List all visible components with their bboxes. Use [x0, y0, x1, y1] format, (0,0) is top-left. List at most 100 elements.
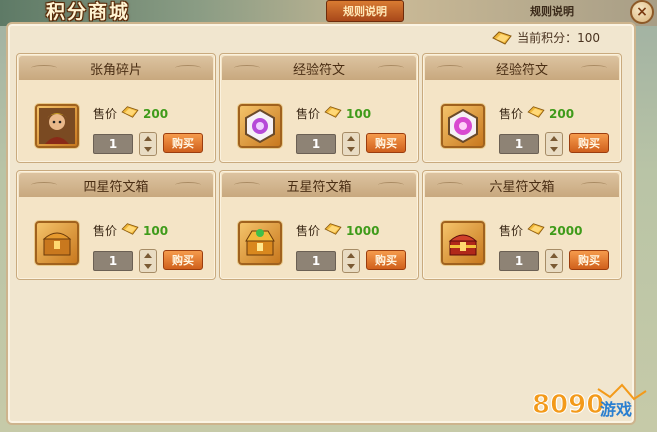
- price-label: 售价: [296, 224, 321, 238]
- price-label: 售价: [499, 107, 524, 121]
- stepper-up-arrow-icon[interactable]: [347, 136, 355, 141]
- stepper-down-arrow-icon[interactable]: [550, 264, 558, 269]
- price-value: 100: [143, 223, 169, 238]
- price-row: 售价 1000: [296, 221, 379, 240]
- item-name: 经验符文: [292, 62, 345, 78]
- item-name: 五星符文箱: [286, 179, 352, 195]
- quantity-input[interactable]: 1: [499, 251, 539, 271]
- item-card: 张角碎片售价 200 1 购买: [16, 53, 216, 163]
- hero-portrait-icon[interactable]: [35, 104, 79, 148]
- rune-purple-icon[interactable]: [238, 104, 282, 148]
- window-title-plate: 积分商城: [28, 0, 148, 24]
- quantity-stepper[interactable]: [139, 132, 157, 156]
- buy-button[interactable]: 购买: [569, 250, 609, 270]
- quantity-stepper[interactable]: [545, 249, 563, 273]
- quantity-stepper[interactable]: [342, 132, 360, 156]
- buy-button[interactable]: 购买: [366, 250, 406, 270]
- stepper-down-arrow-icon[interactable]: [550, 147, 558, 152]
- header-ornament: [581, 182, 607, 188]
- item-card-header: 五星符文箱: [222, 173, 416, 197]
- price-label: 售价: [499, 224, 524, 238]
- item-name: 四星符文箱: [83, 179, 149, 195]
- stepper-down-arrow-icon[interactable]: [144, 147, 152, 152]
- buy-button[interactable]: 购买: [163, 133, 203, 153]
- header-ornament: [31, 65, 57, 71]
- ticket-coin-icon: [323, 104, 343, 123]
- svg-text:8090: 8090: [532, 390, 604, 420]
- ticket-coin-icon: [492, 30, 512, 45]
- header-ornament: [378, 65, 404, 71]
- header-ornament: [437, 182, 463, 188]
- header-ornament: [234, 182, 260, 188]
- close-button[interactable]: ×: [630, 0, 654, 24]
- buy-button[interactable]: 购买: [366, 133, 406, 153]
- rules-button[interactable]: 规则说明: [326, 0, 404, 22]
- stepper-up-arrow-icon[interactable]: [550, 136, 558, 141]
- svg-text:游戏: 游戏: [600, 400, 632, 419]
- stepper-down-arrow-icon[interactable]: [144, 264, 152, 269]
- item-card: 四星符文箱售价 100 1 购买: [16, 170, 216, 280]
- quantity-stepper[interactable]: [545, 132, 563, 156]
- header-ornament: [378, 182, 404, 188]
- price-value: 200: [143, 106, 169, 121]
- stepper-up-arrow-icon[interactable]: [347, 253, 355, 258]
- header-ornament: [234, 65, 260, 71]
- ticket-coin-icon: [323, 221, 343, 240]
- window-title: 积分商城: [46, 0, 131, 23]
- chest-bronze-icon[interactable]: [35, 221, 79, 265]
- stepper-up-arrow-icon[interactable]: [144, 253, 152, 258]
- header-ornament: [437, 65, 463, 71]
- current-points: 当前积分：100: [491, 29, 600, 46]
- item-card: 经验符文售价 200 1 购买: [422, 53, 622, 163]
- ticket-coin-icon: [526, 104, 546, 123]
- quantity-input[interactable]: 1: [499, 134, 539, 154]
- chest-gold-icon[interactable]: [238, 221, 282, 265]
- price-row: 售价 100: [296, 104, 371, 123]
- chest-red-icon[interactable]: [441, 221, 485, 265]
- price-value: 2000: [549, 223, 583, 238]
- price-value: 1000: [346, 223, 380, 238]
- item-card-header: 经验符文: [425, 56, 619, 80]
- price-value: 100: [346, 106, 372, 121]
- stepper-down-arrow-icon[interactable]: [347, 264, 355, 269]
- ticket-coin-icon: [526, 221, 546, 240]
- stepper-down-arrow-icon[interactable]: [347, 147, 355, 152]
- quantity-stepper[interactable]: [139, 249, 157, 273]
- item-name: 经验符文: [495, 62, 548, 78]
- price-value: 200: [549, 106, 575, 121]
- item-name: 六星符文箱: [489, 179, 555, 195]
- quantity-input[interactable]: 1: [93, 134, 133, 154]
- price-row: 售价 200: [93, 104, 168, 123]
- item-card-header: 六星符文箱: [425, 173, 619, 197]
- watermark-logo: 8090 游戏: [532, 383, 647, 421]
- header-ornament: [581, 65, 607, 71]
- ticket-coin-icon: [120, 104, 140, 123]
- price-label: 售价: [296, 107, 321, 121]
- price-row: 售价 200: [499, 104, 574, 123]
- price-row: 售价 2000: [499, 221, 582, 240]
- item-card: 五星符文箱售价 1000 1 购买: [219, 170, 419, 280]
- header-ornament: [31, 182, 57, 188]
- item-card-header: 张角碎片: [19, 56, 213, 80]
- quantity-input[interactable]: 1: [93, 251, 133, 271]
- item-name: 张角碎片: [89, 62, 142, 78]
- item-card-header: 四星符文箱: [19, 173, 213, 197]
- header-ornament: [175, 65, 201, 71]
- stepper-up-arrow-icon[interactable]: [144, 136, 152, 141]
- buy-button[interactable]: 购买: [163, 250, 203, 270]
- stepper-up-arrow-icon[interactable]: [550, 253, 558, 258]
- ticket-coin-icon: [120, 221, 140, 240]
- current-points-label: 当前积分：100: [517, 31, 600, 45]
- background-rules-link: 规则说明: [530, 5, 574, 18]
- rune-pink-icon[interactable]: [441, 104, 485, 148]
- item-card-header: 经验符文: [222, 56, 416, 80]
- quantity-stepper[interactable]: [342, 249, 360, 273]
- quantity-input[interactable]: 1: [296, 134, 336, 154]
- buy-button[interactable]: 购买: [569, 133, 609, 153]
- quantity-input[interactable]: 1: [296, 251, 336, 271]
- item-card: 经验符文售价 100 1 购买: [219, 53, 419, 163]
- item-card: 六星符文箱售价 2000 1 购买: [422, 170, 622, 280]
- header-ornament: [175, 182, 201, 188]
- price-row: 售价 100: [93, 221, 168, 240]
- price-label: 售价: [93, 107, 118, 121]
